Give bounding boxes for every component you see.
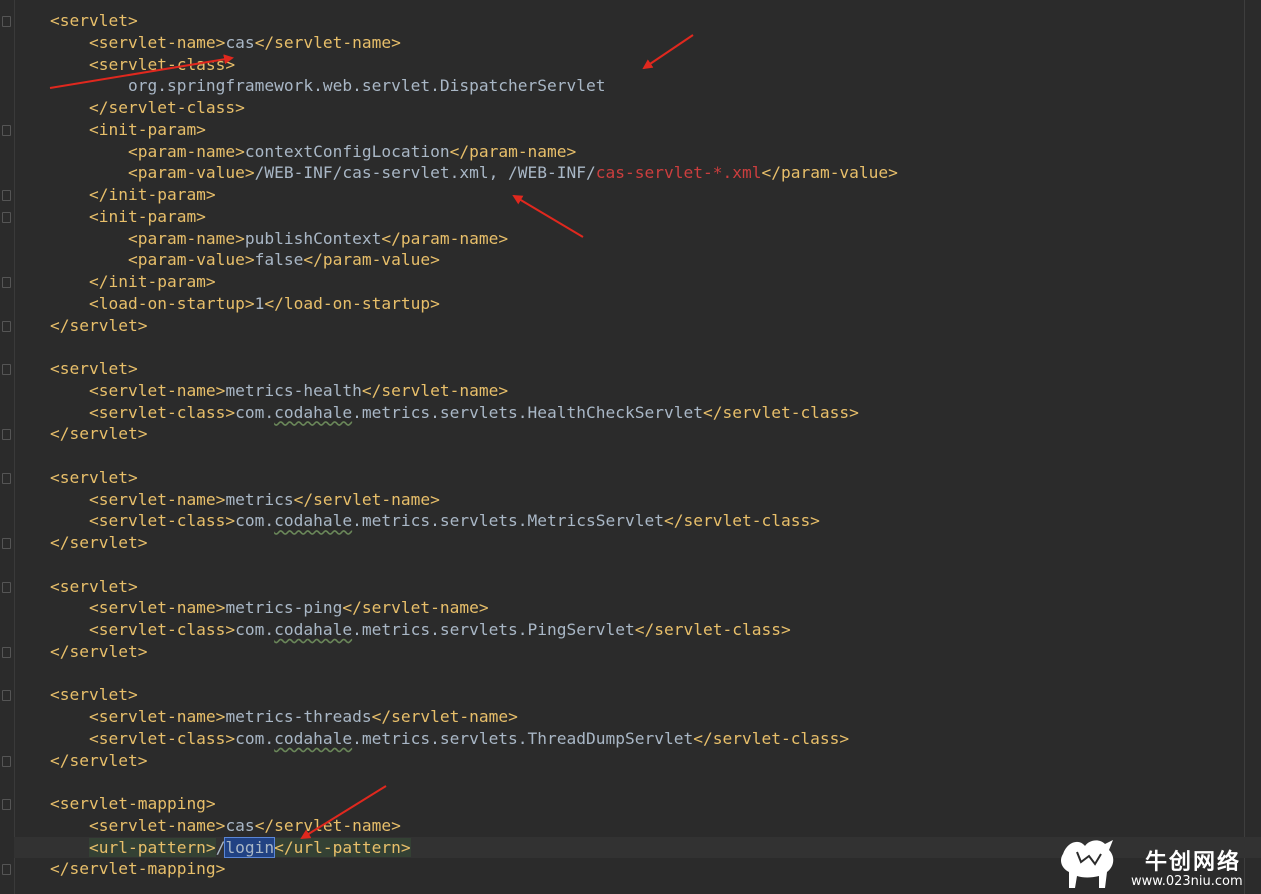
- annotation-arrows: [49, 34, 694, 840]
- watermark: 牛创网络 www.023niu.com: [1055, 832, 1261, 894]
- bull-logo-icon: [1061, 840, 1114, 888]
- arrow-url-pattern: [300, 785, 387, 840]
- arrow-servlet-name: [49, 54, 234, 89]
- watermark-url: www.023niu.com: [1131, 874, 1243, 889]
- arrow-config-location: [512, 194, 584, 238]
- arrow-dispatcher-servlet: [642, 34, 694, 70]
- watermark-title: 牛创网络: [1145, 850, 1242, 875]
- code-editor[interactable]: <servlet> <servlet-name>cas</servlet-nam…: [0, 0, 1261, 894]
